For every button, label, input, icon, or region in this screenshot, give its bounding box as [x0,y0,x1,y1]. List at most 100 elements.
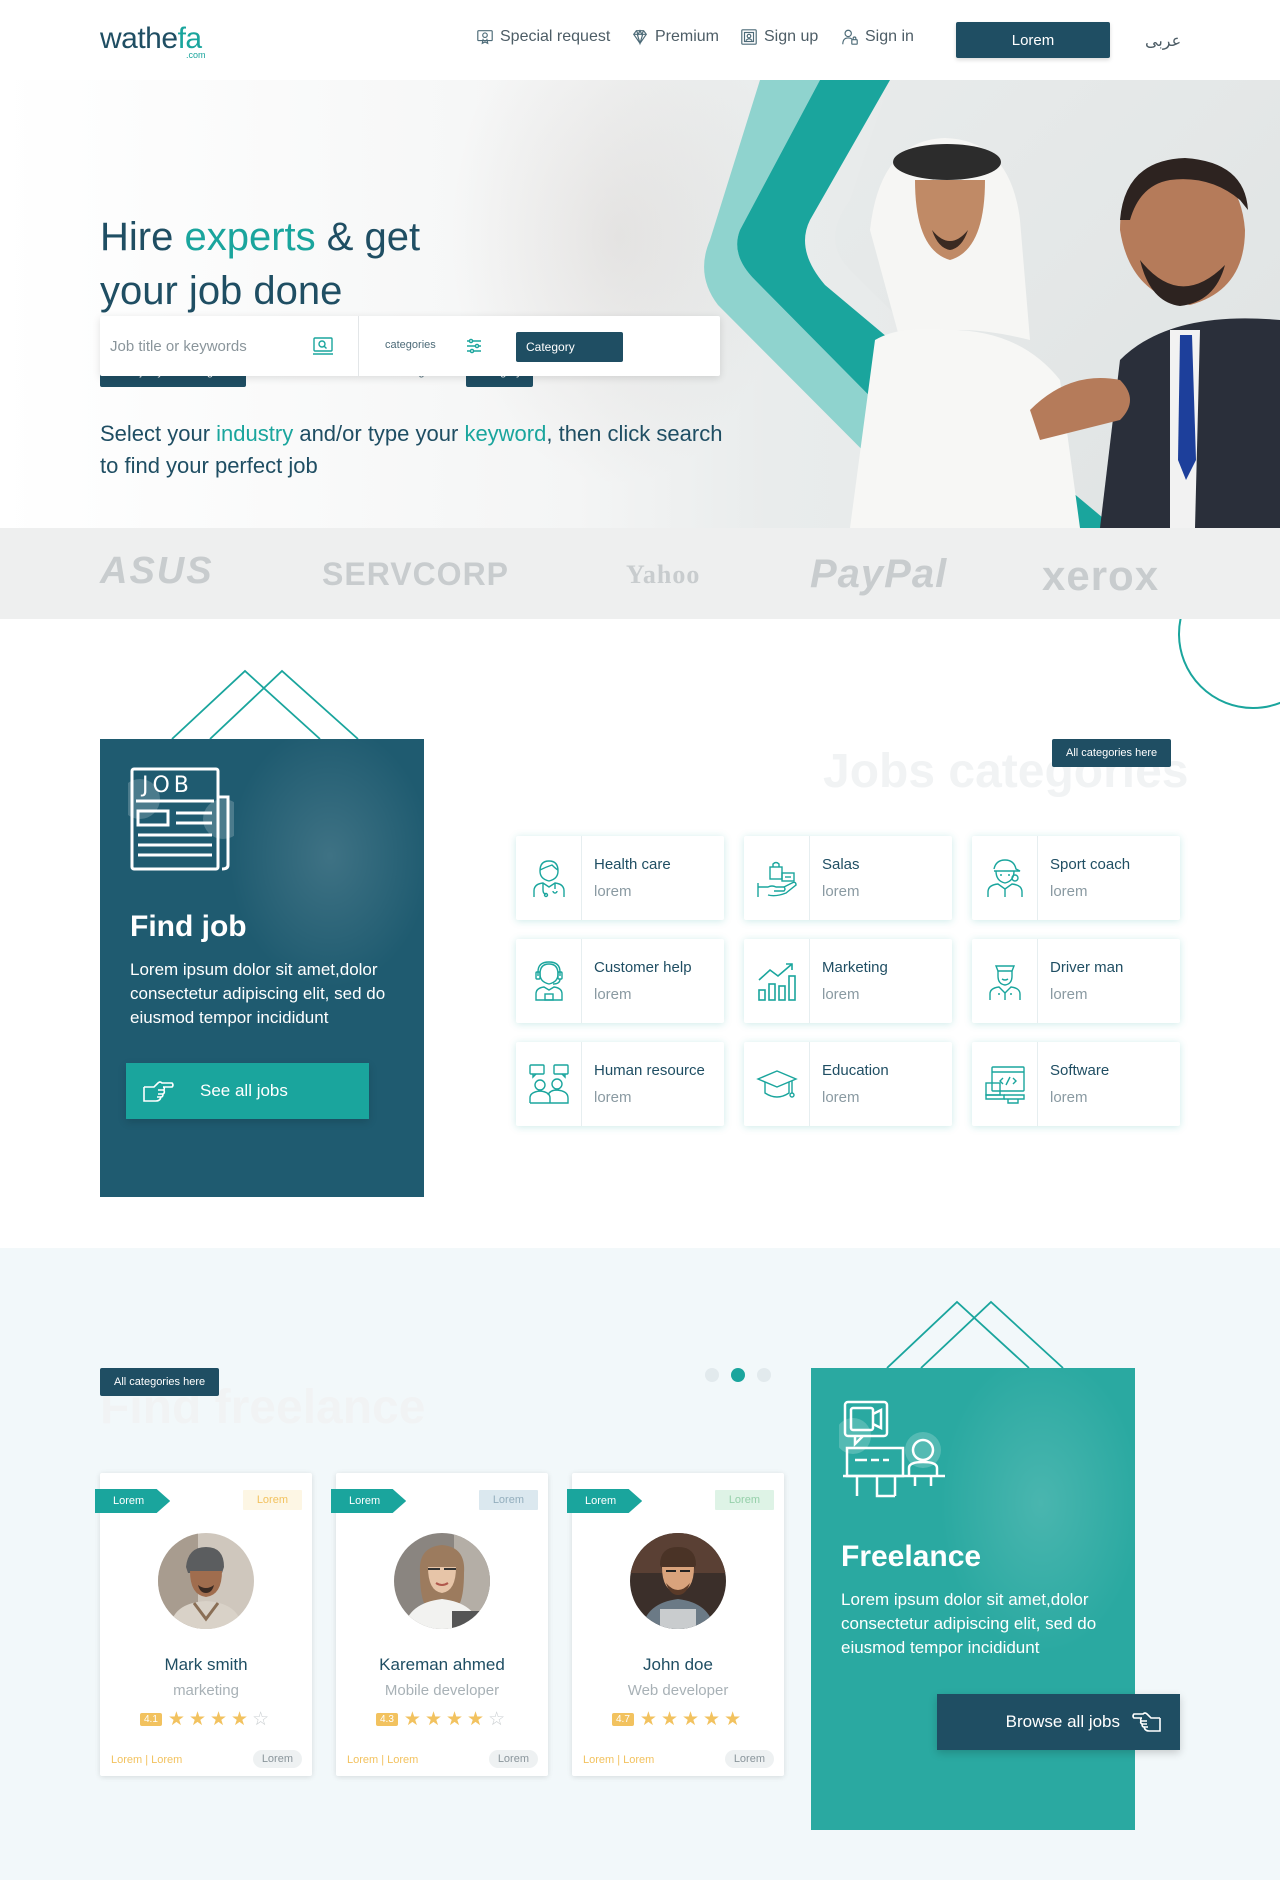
brand-logo-servcorp: SERVCORP [322,556,510,592]
category-name: Marketing [822,959,888,976]
language-switch[interactable]: عربى [1145,31,1181,51]
freelancer-card[interactable]: Lorem Lorem John doe Web developer 4.7 ★… [567,1473,784,1776]
growth-chart-icon [757,963,796,1001]
pointing-hand-left-icon [1132,1712,1161,1732]
category-name: Customer help [594,959,692,976]
nav-sign-up[interactable]: Sign up [740,28,818,46]
freelancer-role: marketing [173,1682,239,1699]
logo-domain: .com [186,50,206,60]
find-job-title: Find job [130,910,247,943]
freelancer-role: Mobile developer [384,1682,500,1699]
category-card-customer-help[interactable]: Customer help lorem [516,939,724,1023]
card-meta-links[interactable]: Lorem | Lorem [347,1754,418,1766]
star-icon: ★ [446,1709,464,1730]
card-tag: Lorem [714,1490,774,1510]
star-icon: ★ [403,1709,421,1730]
brand-logo-asus: ASUS [100,550,214,592]
category-card-education[interactable]: Education lorem [744,1042,952,1126]
category-card-software[interactable]: Software lorem [972,1042,1180,1126]
code-monitor-icon [984,1066,1025,1104]
star-empty-icon: ☆ [252,1709,270,1730]
jobs-section: JOB Find job Lorem ipsum dolor sit amet,… [0,619,1280,1248]
category-card-health-care[interactable]: Health care lorem [516,836,724,920]
avatar [630,1533,726,1629]
avatar [394,1533,490,1629]
carousel-dot-active[interactable] [731,1368,745,1382]
sales-hand-icon [756,861,797,897]
freelance-section: Find freelance All categories here Lorem… [0,1248,1280,1880]
brand-logo-paypal: PayPal [810,552,948,596]
card-meta-badge: Lorem [252,1750,302,1768]
card-meta-badge: Lorem [724,1750,774,1768]
freelance-card: Freelance Lorem ipsum dolor sit amet,dol… [811,1368,1135,1830]
carousel-dots [705,1368,771,1382]
rating-value: 4.1 [140,1713,162,1726]
hero-illustration [704,80,1280,528]
nav-premium[interactable]: Premium [631,28,719,46]
laptop-search-icon[interactable] [312,335,334,357]
id-card-icon [741,29,757,45]
hero-title: Hire experts & get your job done [100,215,421,313]
star-icon: ★ [682,1709,700,1730]
circle-decoration [1178,619,1280,709]
category-sub: lorem [1050,1089,1088,1106]
category-card-marketing[interactable]: Marketing lorem [744,939,952,1023]
all-categories-pill[interactable]: All categories here [1052,739,1172,767]
doctor-icon [532,860,565,898]
coach-icon [986,859,1023,897]
category-sub: lorem [1050,986,1088,1003]
star-icon: ★ [703,1709,721,1730]
carousel-dot[interactable] [705,1368,719,1382]
see-all-jobs-button[interactable]: See all jobs [126,1063,369,1119]
header-cta-button[interactable]: Lorem [956,22,1110,58]
category-name: Sport coach [1050,856,1131,873]
category-sub: lorem [594,883,632,900]
category-card-driver-man[interactable]: Driver man lorem [972,939,1180,1023]
driver-icon [988,965,1021,1000]
star-icon: ★ [188,1709,206,1730]
sliders-icon[interactable] [464,336,484,356]
freelancer-name: Kareman ahmed [379,1655,505,1674]
category-sub: lorem [594,1089,632,1106]
rating: 4.7 ★ ★ ★ ★ ★ [612,1710,741,1729]
triangle-decoration [886,1300,1064,1369]
category-select-button[interactable]: Category [516,332,623,362]
search-box: categories Category [100,316,720,376]
star-icon: ★ [660,1709,678,1730]
star-icon: ★ [724,1709,742,1730]
nav-sign-in[interactable]: Sign in [841,28,914,46]
all-categories-pill[interactable]: All categories here [100,1368,220,1396]
rating: 4.1 ★ ★ ★ ★ ☆ [140,1710,269,1729]
category-card-human-resource[interactable]: Human resource lorem [516,1042,724,1126]
card-meta-links[interactable]: Lorem | Lorem [583,1754,654,1766]
certificate-icon [477,30,493,45]
freelancer-card[interactable]: Lorem Lorem Kareman ahmed Mobile develop… [331,1473,548,1776]
star-icon: ★ [639,1709,657,1730]
category-card-salas[interactable]: Salas lorem [744,836,952,920]
freelancer-card[interactable]: Lorem Lorem Mark smith marketing 4.1 ★ ★ ★… [95,1473,312,1776]
search-divider [358,316,359,376]
star-empty-icon: ☆ [488,1709,506,1730]
job-search-input[interactable] [110,330,310,362]
freelancer-name: Mark smith [164,1655,248,1674]
diamond-icon [632,29,648,46]
card-ribbon: Lorem [95,1489,171,1513]
card-tag: Lorem [478,1490,538,1510]
hero-section: Hire experts & get your job done What jo… [0,80,1280,528]
card-meta-links[interactable]: Lorem | Lorem [111,1754,182,1766]
star-icon: ★ [167,1709,185,1730]
site-header: wathefa .com Special request Premium Sig… [0,0,1280,80]
nav-special-request[interactable]: Special request [476,28,610,46]
category-sub: lorem [594,986,632,1003]
svg-text:JOB: JOB [140,773,193,798]
star-icon: ★ [424,1709,442,1730]
card-ribbon: Lorem [567,1489,643,1513]
freelancer-computer-icon [839,1400,945,1498]
job-newspaper-icon: JOB [128,767,234,871]
find-job-card: JOB Find job Lorem ipsum dolor sit amet,… [100,739,424,1197]
browse-all-jobs-button[interactable]: Browse all jobs [937,1694,1180,1750]
category-name: Salas [822,856,860,873]
carousel-dot[interactable] [757,1368,771,1382]
category-sub: lorem [822,986,860,1003]
category-card-sport-coach[interactable]: Sport coach lorem [972,836,1180,920]
